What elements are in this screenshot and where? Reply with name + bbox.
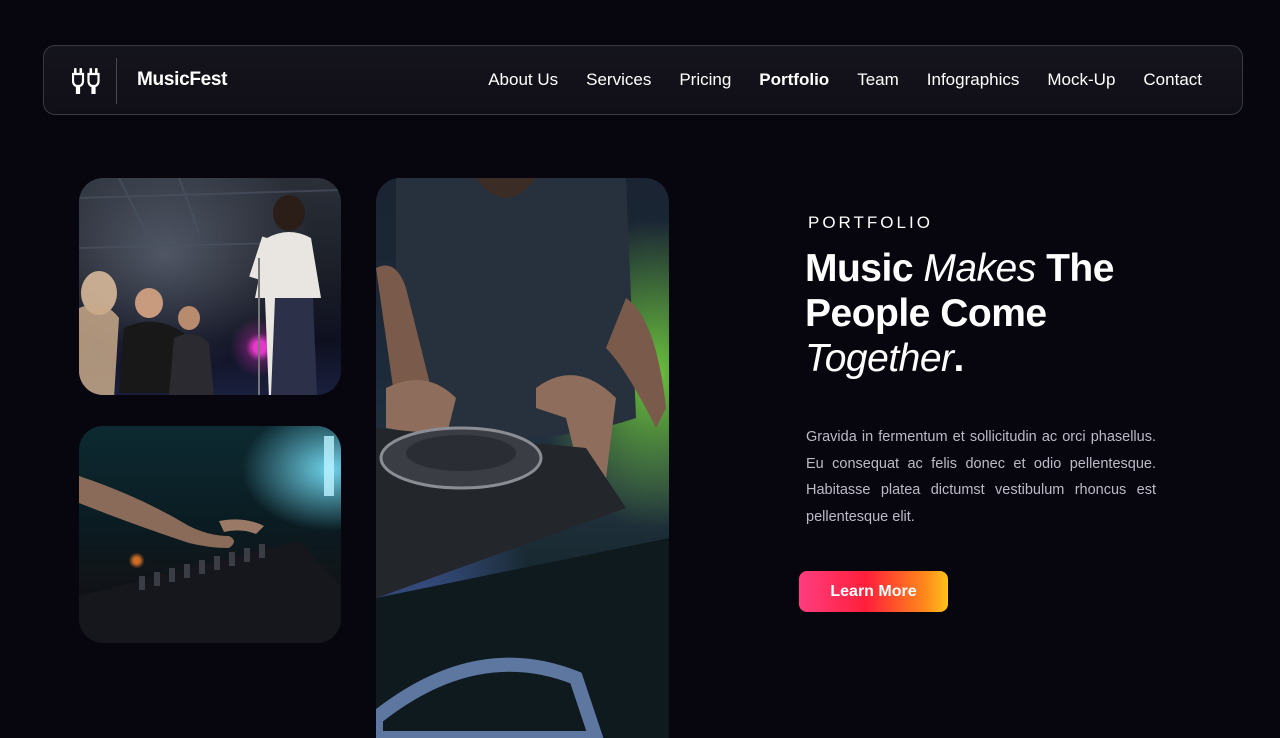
- navbar: MusicFest About Us Services Pricing Port…: [43, 45, 1243, 115]
- plug-logo-icon[interactable]: [71, 68, 100, 96]
- nav-services[interactable]: Services: [586, 68, 651, 92]
- nav-team[interactable]: Team: [857, 68, 899, 92]
- dj-mixer-photo: [79, 426, 341, 643]
- main-nav: About Us Services Pricing Portfolio Team…: [488, 68, 1202, 92]
- nav-about-us[interactable]: About Us: [488, 68, 558, 92]
- nav-portfolio[interactable]: Portfolio: [759, 68, 829, 92]
- nav-contact[interactable]: Contact: [1143, 68, 1202, 92]
- section-paragraph: Gravida in fermentum et sollicitudin ac …: [806, 429, 1156, 525]
- headline-emphasis: Makes: [923, 247, 1036, 290]
- concert-photo: [79, 178, 341, 395]
- nav-mock-up[interactable]: Mock-Up: [1047, 68, 1115, 92]
- section-eyebrow: PORTFOLIO: [808, 213, 933, 232]
- brand-name[interactable]: MusicFest: [137, 68, 228, 92]
- dj-turntable-photo: [376, 178, 669, 738]
- logo-divider: [116, 58, 117, 104]
- headline-emphasis: Together: [805, 337, 954, 380]
- learn-more-button[interactable]: Learn More: [799, 571, 948, 612]
- headline-part: .: [953, 337, 965, 380]
- nav-pricing[interactable]: Pricing: [679, 68, 731, 92]
- headline-part: Music: [805, 247, 924, 290]
- section-headline: Music Makes The People Come Together.: [805, 246, 1185, 381]
- nav-infographics[interactable]: Infographics: [927, 68, 1020, 92]
